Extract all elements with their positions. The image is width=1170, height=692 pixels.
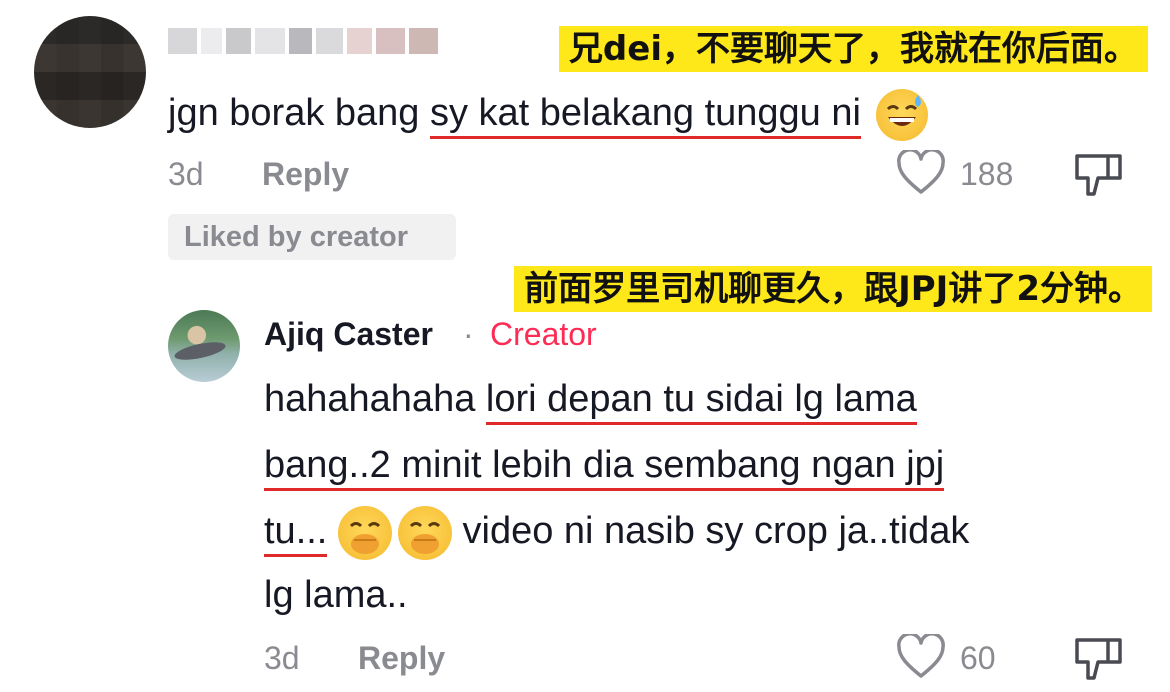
blurred-username[interactable] [168,28,439,54]
comment-text: jgn borak bang sy kat belakang tunggu ni [168,84,928,142]
reply-button[interactable]: Reply [358,640,445,677]
reply-text-line-4: lg lama.. [264,574,408,616]
reply-time: 3d [264,640,300,676]
like-count: 188 [960,156,1014,192]
dislike-icon[interactable] [1074,636,1124,682]
author-name[interactable]: Ajiq Caster [264,316,433,353]
reply-text-plain: hahahahaha [264,378,486,420]
liked-by-creator-badge: Liked by creator [168,214,456,260]
separator-dot: · [463,316,474,352]
sweat-smile-emoji [875,88,928,141]
heart-icon[interactable] [896,634,946,680]
heart-icon[interactable] [896,150,946,196]
reply-button[interactable]: Reply [262,156,349,193]
reply-text-line-1: hahahahaha lori depan tu sidai lg lama [264,370,917,428]
comment-time: 3d [168,156,204,192]
comment-text-underlined: sy kat belakang tunggu ni [429,92,861,139]
reply-text-underlined: bang..2 minit lebih dia sembang ngan jpj [264,444,945,491]
reply-text-underlined: lori depan tu sidai lg lama [485,378,917,425]
commenter-avatar[interactable] [34,16,146,128]
comment-text-plain: jgn borak bang [168,92,430,134]
reply-text-plain: video ni nasib sy crop ja..tidak [451,510,970,552]
hand-over-mouth-emoji [337,505,392,560]
reply-text-line-2: bang..2 minit lebih dia sembang ngan jpj [264,436,945,494]
reply-text-underlined: tu... [264,510,328,557]
translation-caption: 兄dei，不要聊天了，我就在你后面。 [558,26,1148,72]
reply-text-line-3: tu... video ni nasib sy crop ja..tidak [264,502,969,560]
creator-label: Creator [490,316,597,352]
like-count: 60 [960,640,996,676]
translation-caption: 前面罗里司机聊更久，跟JPJ讲了2分钟。 [514,266,1152,312]
hand-over-mouth-emoji [397,505,452,560]
dislike-icon[interactable] [1074,152,1124,198]
